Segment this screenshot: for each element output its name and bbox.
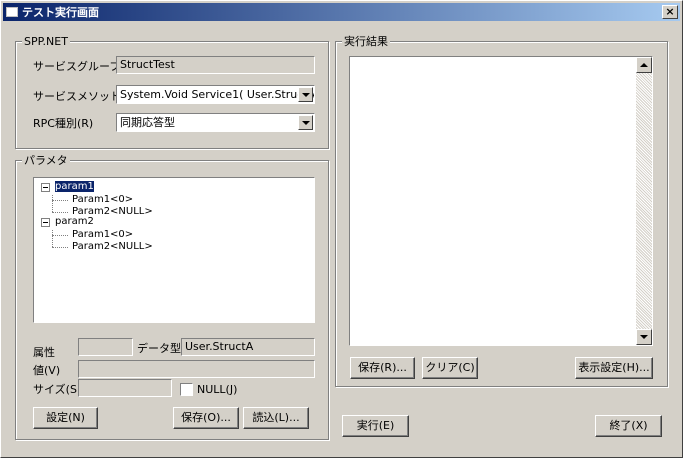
rpc-type-label: RPC種別(R) <box>33 117 94 130</box>
tree-node-label: Param1<0> <box>72 229 134 240</box>
tree-node-param1[interactable]: param1 <box>54 180 95 193</box>
test-run-window: テスト実行画面 × SPP.NET サービスグループ StructTest サー… <box>0 0 683 458</box>
chevron-down-icon[interactable] <box>298 87 313 102</box>
params-group-title: パラメタ <box>22 154 70 167</box>
collapse-icon[interactable] <box>41 218 50 227</box>
title-bar[interactable]: テスト実行画面 × <box>3 3 680 21</box>
service-method-value: System.Void Service1( User.StructA par <box>120 88 315 101</box>
tree-connector <box>52 195 53 212</box>
null-checkbox[interactable] <box>180 383 193 396</box>
tree-node-param2[interactable]: param2 <box>55 216 94 228</box>
rpc-type-select[interactable]: 同期応答型 <box>116 113 315 132</box>
datatype-label: データ型 <box>137 342 181 355</box>
size-field[interactable] <box>78 379 172 397</box>
value-field[interactable] <box>78 360 315 378</box>
service-group-field[interactable]: StructTest <box>116 56 315 74</box>
param-load-button[interactable]: 読込(L)... <box>243 407 309 429</box>
tree-node-label: Param1<0> <box>72 194 134 205</box>
window-title: テスト実行画面 <box>22 6 99 19</box>
display-settings-button[interactable]: 表示設定(H)... <box>575 357 653 379</box>
value-label: 値(V) <box>33 364 61 377</box>
results-group-title: 実行結果 <box>342 35 390 48</box>
exit-button[interactable]: 終了(X) <box>595 415 662 437</box>
datatype-field[interactable]: User.StructA <box>181 338 315 356</box>
service-method-select[interactable]: System.Void Service1( User.StructA par <box>116 85 315 104</box>
chevron-down-icon[interactable] <box>298 115 313 130</box>
tree-node-label: param2 <box>55 216 94 227</box>
tree-connector <box>52 235 68 236</box>
tree-connector <box>52 212 68 213</box>
results-clear-button[interactable]: クリア(C) <box>422 357 478 379</box>
results-textarea[interactable] <box>349 56 653 346</box>
spp-group-title: SPP.NET <box>22 35 70 48</box>
results-save-button[interactable]: 保存(R)... <box>350 357 415 379</box>
tree-node-label: Param2<NULL> <box>72 241 153 252</box>
tree-node-param1-child1[interactable]: Param1<0> <box>72 194 133 206</box>
attr-label: 属性 <box>33 346 55 359</box>
tree-node-param2-child1[interactable]: Param1<0> <box>72 229 133 241</box>
tree-node-label: param1 <box>54 180 95 193</box>
run-button[interactable]: 実行(E) <box>342 415 409 437</box>
app-icon <box>6 7 18 17</box>
size-label: サイズ(S) <box>33 383 82 396</box>
param-save-button[interactable]: 保存(O)... <box>173 407 239 429</box>
collapse-icon[interactable] <box>41 183 50 192</box>
set-button[interactable]: 設定(N) <box>33 407 98 429</box>
service-group-label: サービスグループ <box>33 60 121 73</box>
scroll-down-icon[interactable] <box>636 329 652 345</box>
close-button[interactable]: × <box>662 5 678 19</box>
tree-connector <box>52 200 68 201</box>
tree-connector <box>52 247 68 248</box>
tree-connector <box>52 230 53 247</box>
results-scrollbar[interactable] <box>636 57 652 345</box>
null-label: NULL(J) <box>197 383 238 396</box>
param-tree[interactable]: param1 Param1<0> Param2<NULL> param2 Par… <box>33 177 315 323</box>
attr-field[interactable] <box>78 338 133 356</box>
rpc-type-value: 同期応答型 <box>120 116 175 129</box>
scroll-up-icon[interactable] <box>636 57 652 73</box>
tree-node-param2-child2[interactable]: Param2<NULL> <box>72 241 153 253</box>
